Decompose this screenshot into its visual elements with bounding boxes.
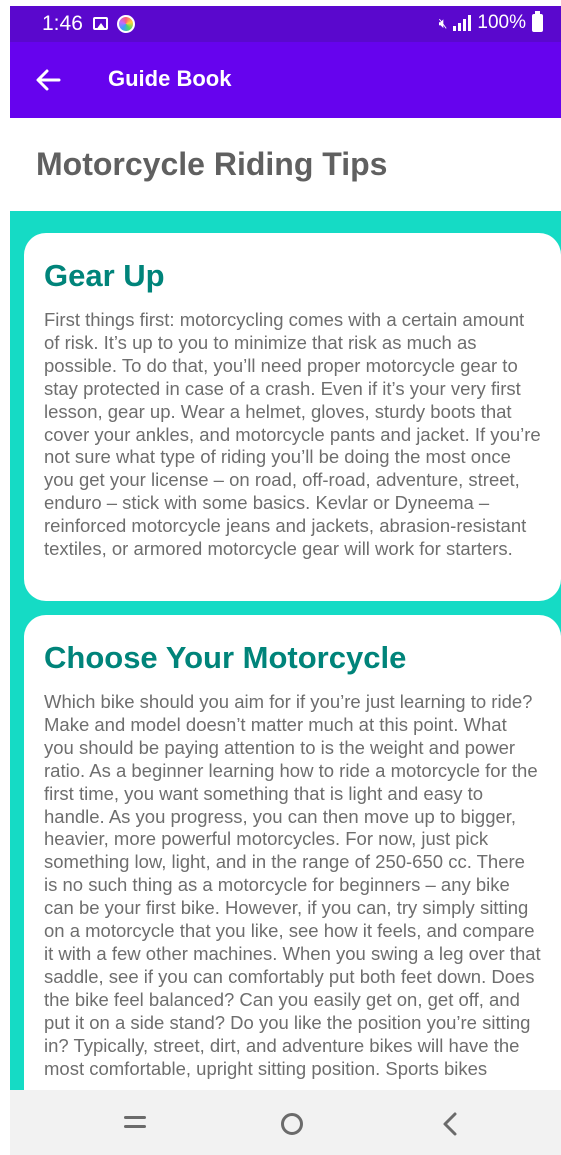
tip-card-title: Choose Your Motorcycle — [44, 640, 407, 675]
system-back-button[interactable] — [438, 1110, 462, 1138]
back-icon — [443, 1112, 457, 1136]
tip-card-body: Which bike should you aim for if you’re … — [44, 691, 541, 1079]
tip-card-title: Gear Up — [44, 258, 165, 293]
recents-button[interactable] — [122, 1112, 148, 1136]
recents-icon — [124, 1116, 146, 1119]
battery-icon — [532, 11, 543, 32]
tips-list[interactable]: Gear Up First things first: motorcycling… — [10, 211, 561, 1090]
mute-icon: 🔇︎ — [438, 14, 448, 31]
status-indicators: 🔇︎ 100% — [438, 11, 543, 34]
gallery-icon — [93, 17, 108, 30]
home-button[interactable] — [281, 1113, 303, 1135]
battery-percentage: 100% — [477, 12, 526, 33]
arrow-left-icon — [36, 69, 61, 91]
app-bar: Guide Book — [10, 42, 561, 118]
screen: 1:46 🔇︎ 100% Guide Book Motorcycle Ridin… — [10, 6, 561, 1155]
signal-icon — [453, 15, 472, 31]
tip-card-body: First things first: motorcycling comes w… — [44, 309, 541, 560]
tip-card-gear-up: Gear Up First things first: motorcycling… — [24, 233, 561, 601]
recents-icon — [124, 1125, 146, 1128]
app-notification-icon — [117, 15, 135, 33]
tip-card-choose-motorcycle: Choose Your Motorcycle Which bike should… — [24, 615, 561, 1090]
status-bar: 1:46 🔇︎ 100% — [10, 6, 561, 42]
back-button[interactable] — [26, 60, 70, 100]
app-title: Guide Book — [108, 66, 232, 91]
system-nav-bar — [10, 1090, 561, 1155]
status-time: 1:46 — [42, 12, 83, 35]
page-title: Motorcycle Riding Tips — [36, 146, 388, 182]
